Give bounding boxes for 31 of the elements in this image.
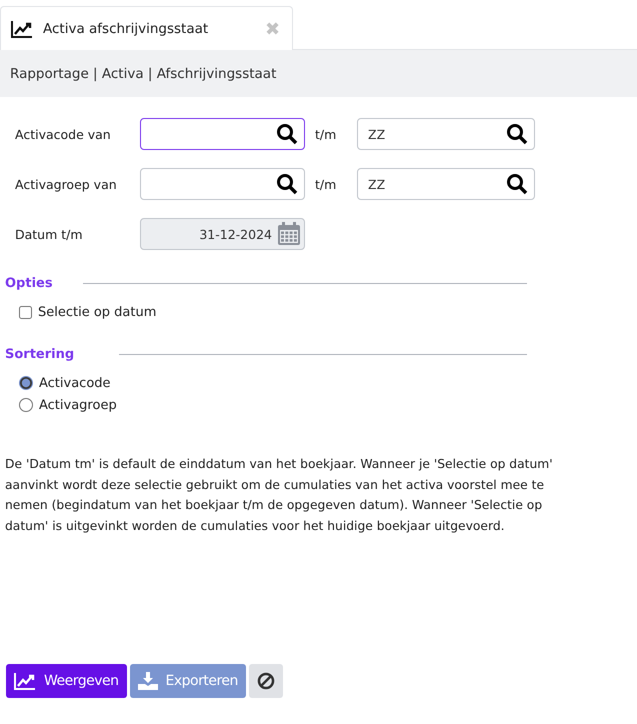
ban-icon: [256, 672, 275, 690]
section-title: Sortering: [5, 347, 74, 362]
breadcrumb: Rapportage | Activa | Afschrijvingsstaat: [10, 66, 276, 82]
radio-button[interactable]: [19, 398, 33, 412]
radio-button[interactable]: [19, 376, 33, 390]
search-field[interactable]: [140, 118, 305, 150]
checkbox-label: Selectie op datum: [38, 304, 156, 320]
help-text: De 'Datum tm' is default de einddatum van het boekjaar. Wanneer je 'Selectie op datum' aanvinkt wordt deze selectie gebruikt om de cumulaties van het activa voorstel mee te nemen (begindatum van het boekjaar t/m de opgegeven datum). Wanneer 'Selectie op datum' is uitgevinkt worden de cumulaties voor het huidige boekjaar uitgevoerd.: [5, 456, 554, 534]
download-icon: [138, 672, 158, 690]
cancel-button[interactable]: [248, 664, 283, 698]
checkbox[interactable]: [19, 306, 32, 318]
chart-icon: [11, 20, 33, 38]
field-label: Activagroep van: [15, 176, 118, 192]
range-separator: t/m: [314, 126, 338, 142]
search-icon[interactable]: [276, 173, 298, 195]
range-separator: t/m: [314, 176, 338, 192]
search-icon[interactable]: [276, 123, 298, 145]
chart-icon: [14, 672, 36, 690]
search-field[interactable]: ZZ: [357, 118, 535, 150]
field-label: Datum t/m: [15, 226, 84, 242]
show-button[interactable]: Weergeven: [6, 664, 127, 698]
search-icon[interactable]: [506, 173, 528, 195]
tab[interactable]: Activa afschrijvingsstaat ✖: [0, 6, 293, 50]
section-title: Opties: [5, 276, 53, 291]
search-icon[interactable]: [506, 123, 528, 145]
field-label: Activacode van: [15, 126, 112, 142]
radio-label: Activagroep: [39, 398, 117, 412]
radio-label: Activacode: [39, 376, 111, 390]
search-field[interactable]: [140, 168, 305, 200]
tab-title: Activa afschrijvingsstaat: [43, 20, 210, 36]
search-field[interactable]: ZZ: [357, 168, 535, 200]
